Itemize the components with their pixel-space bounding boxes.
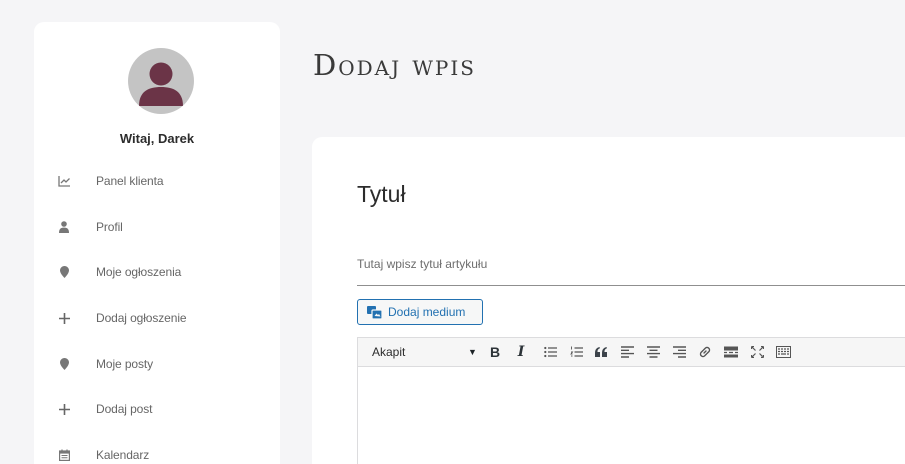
dropdown-arrow-icon: ▼	[468, 347, 477, 357]
fullscreen-button[interactable]	[746, 342, 768, 362]
sidebar-item-kalendarz[interactable]: Kalendarz	[56, 443, 149, 464]
editor-toolbar: Akapit ▼ B I	[357, 337, 905, 367]
map-pin-icon	[56, 356, 72, 372]
sidebar-item-label: Dodaj ogłoszenie	[96, 311, 187, 325]
italic-button[interactable]: I	[510, 342, 532, 362]
user-icon	[56, 219, 72, 235]
post-title-input[interactable]	[357, 252, 905, 286]
plus-icon	[56, 310, 72, 326]
map-pin-icon	[56, 264, 72, 280]
read-more-icon	[724, 346, 738, 358]
insert-link-button[interactable]	[694, 342, 716, 362]
blockquote-button[interactable]	[590, 342, 612, 362]
format-select[interactable]: Akapit ▼	[366, 342, 478, 362]
plus-icon	[56, 401, 72, 417]
chart-line-icon	[56, 173, 72, 189]
avatar[interactable]	[128, 48, 194, 114]
toolbar-toggle-button[interactable]	[772, 342, 794, 362]
numbered-list-button[interactable]	[565, 342, 587, 362]
sidebar-item-panel-klienta[interactable]: Panel klienta	[56, 169, 164, 193]
calendar-icon	[56, 447, 72, 463]
sidebar-item-label: Profil	[96, 220, 123, 234]
page-title: Dodaj wpis	[313, 48, 476, 82]
quote-icon	[595, 347, 607, 357]
align-right-button[interactable]	[668, 342, 690, 362]
align-left-button[interactable]	[616, 342, 638, 362]
sidebar: Witaj, Darek Panel klienta Profil Moje o…	[34, 22, 280, 464]
read-more-button[interactable]	[720, 342, 742, 362]
section-title: Tytuł	[357, 181, 406, 207]
link-icon	[698, 345, 712, 359]
sidebar-item-label: Moje posty	[96, 357, 154, 371]
sidebar-item-moje-posty[interactable]: Moje posty	[56, 352, 153, 376]
italic-label: I	[517, 344, 525, 360]
sidebar-item-dodaj-ogloszenie[interactable]: Dodaj ogłoszenie	[56, 306, 187, 330]
format-select-value: Akapit	[372, 345, 406, 359]
add-media-label: Dodaj medium	[388, 305, 466, 319]
align-center-button[interactable]	[642, 342, 664, 362]
sidebar-item-label: Dodaj post	[96, 402, 153, 416]
add-media-icon	[367, 305, 383, 319]
editor-content-area[interactable]	[357, 367, 905, 464]
sidebar-item-profil[interactable]: Profil	[56, 215, 123, 239]
numbered-list-icon	[569, 346, 583, 358]
sidebar-item-label: Panel klienta	[96, 174, 164, 188]
align-center-icon	[646, 346, 660, 358]
keyboard-icon	[775, 346, 791, 358]
align-right-icon	[672, 346, 686, 358]
bold-label: B	[489, 344, 501, 360]
sidebar-item-label: Moje ogłoszenia	[96, 265, 182, 279]
bullet-list-icon	[543, 346, 557, 358]
fullscreen-icon	[750, 346, 764, 358]
greeting: Witaj, Darek	[119, 131, 195, 146]
bullet-list-button[interactable]	[539, 342, 561, 362]
sidebar-item-moje-ogloszenia[interactable]: Moje ogłoszenia	[56, 260, 181, 284]
sidebar-item-label: Kalendarz	[96, 448, 150, 462]
bold-button[interactable]: B	[484, 342, 506, 362]
align-left-icon	[620, 346, 634, 358]
sidebar-item-dodaj-post[interactable]: Dodaj post	[56, 397, 152, 421]
add-media-button[interactable]: Dodaj medium	[357, 299, 483, 325]
